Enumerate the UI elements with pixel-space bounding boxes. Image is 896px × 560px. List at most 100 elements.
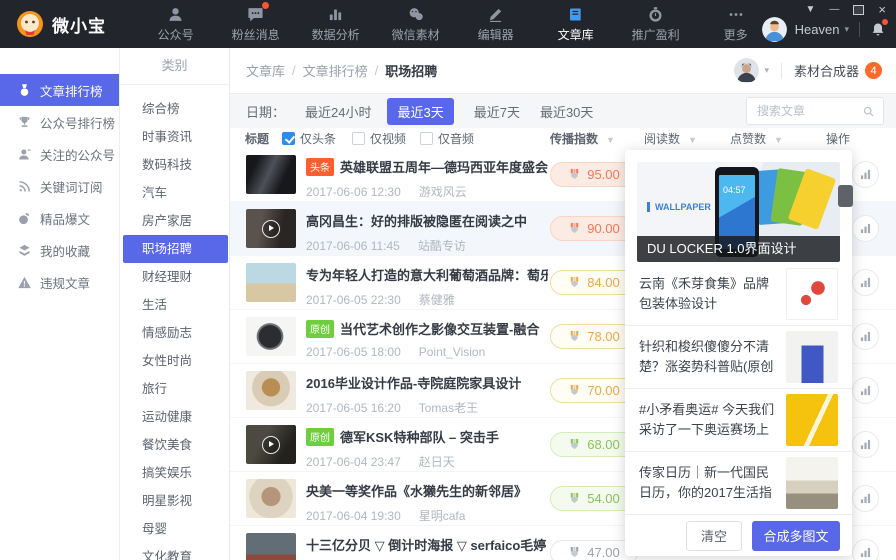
sort-caret-icon[interactable]: ▼ — [774, 135, 783, 145]
article-title[interactable]: 专为年轻人打造的意大利葡萄酒品牌：萄乐 Taller — [306, 265, 548, 284]
date-filter-7d[interactable]: 最近7天 — [474, 98, 520, 125]
category-item[interactable]: 旅行 — [120, 375, 229, 403]
nav-item-analytics[interactable]: 数据分析 — [310, 5, 362, 43]
nav-item-editor[interactable]: 编辑器 — [470, 5, 522, 43]
nav-item-fan-messages[interactable]: 粉丝消息 — [230, 2, 282, 43]
clear-button[interactable]: 清空 — [686, 520, 742, 551]
left-sidebar: 文章排行榜 公众号排行榜 关注的公众号 关键词订阅 精品爆文 我的收藏 违规文章 — [0, 48, 120, 560]
article-date: 2017-06-05 18:00 — [306, 345, 401, 359]
search-icon[interactable] — [862, 105, 875, 118]
trend-chart-button[interactable] — [852, 431, 879, 458]
panel-item[interactable]: 针织和梭织傻傻分不清楚？涨姿势科普贴(原创文章) — [625, 325, 852, 388]
user-name[interactable]: Heaven — [795, 22, 840, 37]
date-filter-bar: 日期： 最近24小时 最近3天 最近7天 最近30天 — [230, 94, 896, 128]
date-filter-3d-active[interactable]: 最近3天 — [387, 97, 454, 125]
category-item[interactable]: 汽车 — [120, 179, 229, 207]
trend-chart-button[interactable] — [852, 215, 879, 242]
article-title[interactable]: 2016毕业设计作品-寺院庭院家具设计 — [306, 373, 521, 392]
category-item[interactable]: 明星影视 — [120, 487, 229, 515]
trend-chart-button[interactable] — [852, 161, 879, 188]
sidebar-item-followed-accounts[interactable]: 关注的公众号 — [0, 138, 119, 170]
article-title[interactable]: 英雄联盟五周年—德玛西亚年度盛会！ — [340, 157, 548, 176]
panel-item-thumbnail — [786, 331, 838, 383]
category-item[interactable]: 文化教育 — [120, 543, 229, 560]
panel-item[interactable]: #小矛看奥运# 今天我们采访了一下奥运赛场上 — [625, 388, 852, 451]
material-composer-button[interactable]: 素材合成器 — [794, 61, 859, 80]
pencil-icon — [487, 5, 504, 23]
date-filter-30d[interactable]: 最近30天 — [540, 98, 593, 125]
original-badge: 原创 — [306, 319, 334, 338]
article-title[interactable]: 高冈昌生：好的排版被隐匿在阅读之中 — [306, 211, 527, 230]
trend-chart-button[interactable] — [852, 323, 879, 350]
sidebar-item-my-favorites[interactable]: 我的收藏 — [0, 234, 119, 266]
sidebar-item-account-ranking[interactable]: 公众号排行榜 — [0, 106, 119, 138]
category-item[interactable]: 财经理财 — [120, 263, 229, 291]
breadcrumb-part[interactable]: 文章排行榜 — [303, 61, 368, 80]
article-thumbnail — [246, 371, 296, 410]
sort-caret-icon[interactable]: ▼ — [606, 135, 615, 145]
composer-avatar[interactable] — [734, 58, 760, 83]
panel-item-title: 传家日历｜新一代国民日历，你的2017生活指南 — [639, 465, 772, 500]
collection-icon — [17, 243, 32, 258]
category-item[interactable]: 综合榜 — [120, 95, 229, 123]
category-item[interactable]: 数码科技 — [120, 151, 229, 179]
nav-item-monetization[interactable]: 推广盈利 — [630, 5, 682, 43]
filter-only-audio[interactable]: 仅音频 — [420, 130, 474, 147]
category-item[interactable]: 母婴 — [120, 515, 229, 543]
close-button[interactable]: × — [878, 3, 886, 16]
only-audio-checkbox[interactable] — [420, 132, 433, 145]
app-logo[interactable]: 微小宝 — [0, 10, 122, 38]
only-video-checkbox[interactable] — [352, 132, 365, 145]
category-item[interactable]: 搞笑娱乐 — [120, 459, 229, 487]
trend-chart-button[interactable] — [852, 485, 879, 512]
sidebar-item-hot-articles[interactable]: 精品爆文 — [0, 202, 119, 234]
nav-item-more[interactable]: 更多 — [710, 5, 762, 43]
category-item[interactable]: 女性时尚 — [120, 347, 229, 375]
nav-item-accounts[interactable]: 公众号 — [150, 5, 202, 43]
trend-chart-button[interactable] — [852, 539, 879, 560]
column-likes[interactable]: 点赞数 ▼ — [730, 130, 783, 147]
filter-only-headline[interactable]: 仅头条 — [282, 130, 336, 147]
only-headline-checkbox[interactable] — [282, 132, 295, 145]
sidebar-item-violation-articles[interactable]: 违规文章 — [0, 266, 119, 298]
article-thumbnail — [246, 209, 296, 248]
category-item[interactable]: 运动健康 — [120, 403, 229, 431]
breadcrumb-part[interactable]: 文章库 — [246, 61, 285, 80]
column-reads[interactable]: 阅读数 ▼ — [644, 130, 697, 147]
category-item[interactable]: 情感励志 — [120, 319, 229, 347]
sidebar-item-article-ranking[interactable]: 文章排行榜 — [0, 74, 119, 106]
category-item-active[interactable]: 职场招聘 — [123, 235, 228, 263]
user-avatar[interactable] — [761, 16, 787, 42]
category-item[interactable]: 房产家居 — [120, 207, 229, 235]
maximize-button[interactable] — [853, 5, 865, 15]
original-badge: 原创 — [306, 427, 334, 446]
article-title[interactable]: 当代艺术创作之影像交互装置-融合 — [340, 319, 539, 338]
category-item[interactable]: 餐饮美食 — [120, 431, 229, 459]
chevron-down-icon[interactable]: ▾ — [764, 65, 769, 76]
sidebar-item-keyword-subscription[interactable]: 关键词订阅 — [0, 170, 119, 202]
chevron-down-icon[interactable]: ▾ — [844, 24, 849, 35]
nav-item-article-library[interactable]: 文章库 — [550, 5, 602, 43]
article-title[interactable]: 央美一等奖作品《水獭先生的新邻居》 — [306, 481, 527, 500]
notifications-button[interactable] — [870, 18, 888, 38]
category-item[interactable]: 生活 — [120, 291, 229, 319]
panel-item[interactable]: 云南《禾芽食集》品牌包装体验设计 — [625, 262, 852, 325]
category-item[interactable]: 时事资讯 — [120, 123, 229, 151]
date-filter-24h[interactable]: 最近24小时 — [305, 98, 371, 125]
panel-item-banner[interactable]: WALLPAPER 04:57 DU LOCKER 1.0界面设计 — [637, 162, 840, 262]
collapse-button[interactable]: ▼ — [806, 4, 816, 16]
sort-caret-icon[interactable]: ▼ — [688, 135, 697, 145]
minimize-button[interactable]: — — [829, 4, 839, 16]
article-title[interactable]: 十三亿分贝 ▽ 倒计时海报 ▽ serfaico毛婷 — [306, 535, 546, 554]
article-thumbnail — [246, 263, 296, 302]
trend-chart-button[interactable] — [852, 269, 879, 296]
column-spread-index[interactable]: 传播指数 ▼ — [550, 130, 615, 147]
trend-chart-button[interactable] — [852, 377, 879, 404]
article-title[interactable]: 德军KSK特种部队 – 突击手 — [340, 427, 499, 446]
search-input[interactable] — [755, 103, 862, 119]
filter-only-video[interactable]: 仅视频 — [352, 130, 406, 147]
compose-multi-article-button[interactable]: 合成多图文 — [752, 520, 840, 551]
nav-item-wechat-material[interactable]: 微信素材 — [390, 5, 442, 43]
panel-item[interactable]: 传家日历｜新一代国民日历，你的2017生活指南 — [625, 451, 852, 514]
article-info: 原创 德军KSK特种部队 – 突击手 2017-06-04 23:47 赵日天 — [306, 427, 548, 470]
